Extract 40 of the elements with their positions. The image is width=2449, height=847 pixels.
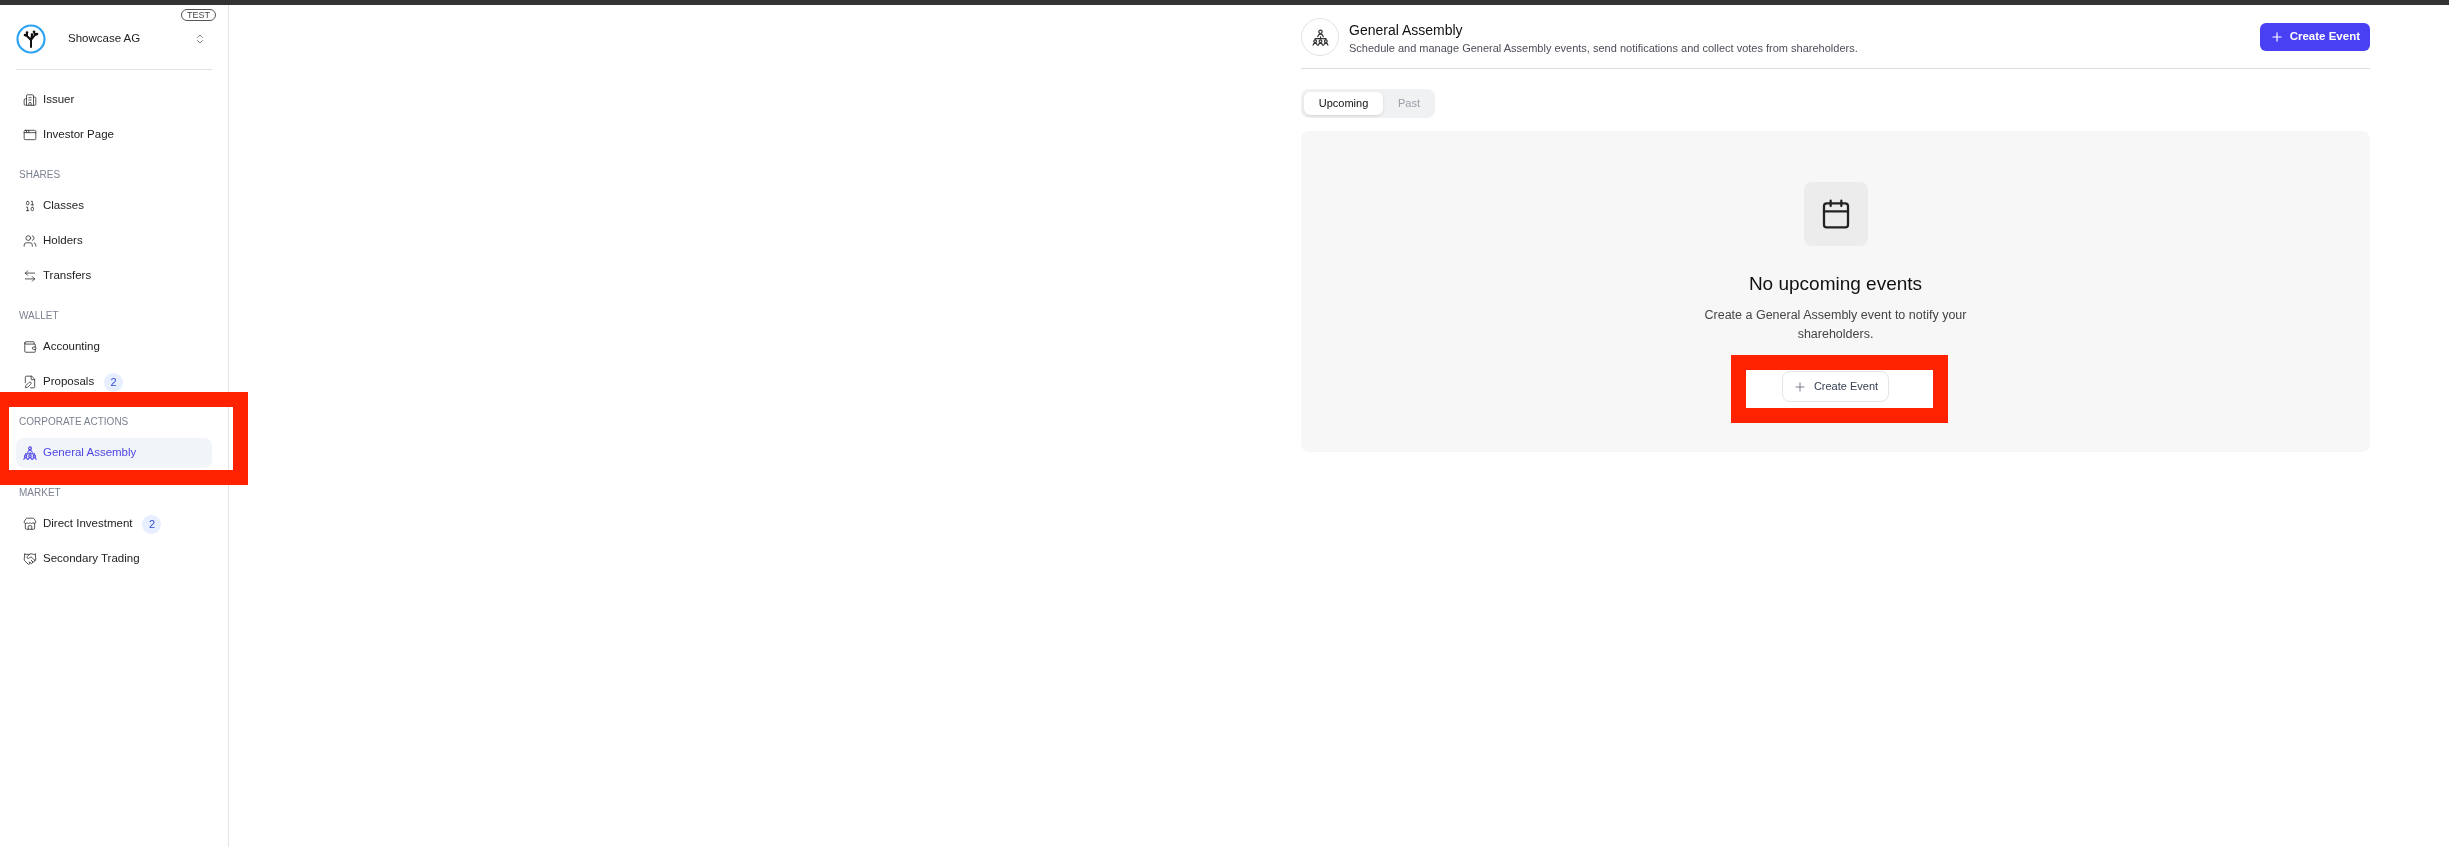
- section-heading: SHARES: [18, 168, 62, 182]
- left-right-arrows-icon: [23, 269, 37, 283]
- section-heading: WALLET: [18, 309, 60, 323]
- people-hierarchy-icon: [23, 446, 37, 460]
- section-heading: CORPORATE ACTIONS: [18, 415, 130, 429]
- calendar-icon: [1803, 182, 1868, 246]
- page-title: General Assembly: [1349, 21, 1464, 39]
- people-icon: [23, 234, 37, 248]
- sidebar-item[interactable]: General Assembly: [16, 438, 212, 468]
- document-pen-icon: [23, 375, 37, 389]
- create-event-button[interactable]: Create Event: [1781, 371, 1890, 402]
- count-badge: 2: [104, 372, 124, 392]
- tree-logo-icon: [16, 24, 46, 54]
- sidebar-item[interactable]: Accounting: [16, 332, 212, 362]
- page-subtitle: Schedule and manage General Assembly events, send notifications and collect votes from shareholders.: [1349, 41, 1859, 56]
- plus-icon: [2269, 30, 2284, 44]
- tab[interactable]: Upcoming: [1304, 92, 1383, 115]
- sidebar-item[interactable]: Investor Page: [16, 120, 212, 150]
- empty-state-title: No upcoming events: [1748, 272, 1923, 296]
- sidebar-item[interactable]: Direct Investment 2: [16, 509, 212, 539]
- create-event-button[interactable]: Create Event: [2259, 23, 2370, 51]
- people-hierarchy-icon: [1301, 18, 1339, 56]
- handshake-icon: [23, 552, 37, 566]
- store-icon: [23, 517, 37, 531]
- wallet-icon: [23, 340, 37, 354]
- binary-icon: [23, 199, 37, 213]
- window-icon: [23, 128, 37, 142]
- chevrons-up-down-icon: [194, 33, 206, 45]
- building-icon: [23, 93, 37, 107]
- sidebar-item[interactable]: Proposals 2: [16, 367, 212, 397]
- sidebar-item[interactable]: Holders: [16, 226, 212, 256]
- sidebar-item[interactable]: Classes: [16, 191, 212, 221]
- sidebar-item[interactable]: Issuer: [16, 85, 212, 115]
- section-heading: MARKET: [18, 486, 62, 500]
- sidebar-item[interactable]: Transfers: [16, 261, 212, 291]
- empty-state-description: Create a General Assembly event to notify your shareholders.: [1703, 307, 1968, 343]
- plus-icon: [1792, 379, 1807, 394]
- count-badge: 2: [142, 514, 162, 534]
- sidebar-item[interactable]: Secondary Trading: [16, 544, 212, 574]
- organization-switcher[interactable]: Showcase AG: [16, 24, 212, 54]
